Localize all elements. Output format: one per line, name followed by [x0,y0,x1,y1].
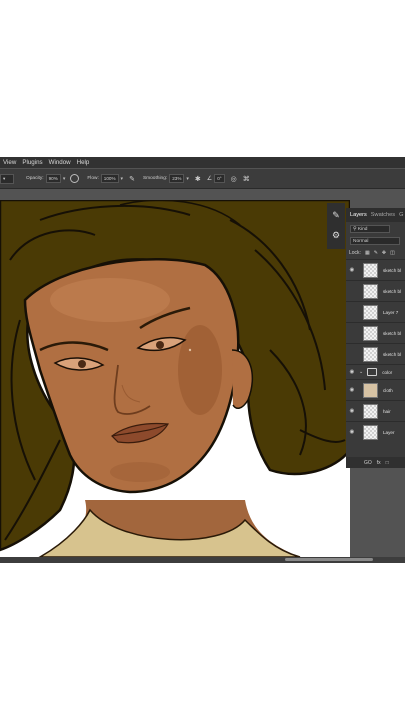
brush-tool-icon[interactable]: ✎ [327,207,345,223]
layer-row[interactable]: sketch bl [346,343,405,364]
floating-tools: ✎ ⚙ [327,203,345,249]
blend-row: Normal [346,235,405,247]
tab-gradients[interactable]: G [399,212,403,218]
filter-kind-dropdown[interactable]: ⚲ Kind [350,224,390,233]
layer-row[interactable]: ◉ cloth [346,379,405,400]
menu-bar: View Plugins Window Help [0,157,405,168]
tab-swatches[interactable]: Swatches [371,212,395,218]
flow-label: Flow: [87,176,99,181]
photoshop-window: View Plugins Window Help ▾ Opacity: 90% … [0,157,405,563]
settings-gear-icon[interactable]: ✱ [195,175,201,183]
canvas-area[interactable] [0,200,350,557]
smoothing-input[interactable]: 23% [169,174,185,183]
layers-footer: GO fx □ [346,457,405,468]
options-bar: ▾ Opacity: 90% ▾ Flow: 100% ▾ ✎ Smoothin… [0,169,405,189]
smoothing-label: Smoothing: [142,176,168,181]
eye-icon[interactable]: ◉ [348,408,356,414]
layer-thumbnail [363,283,378,299]
lock-artboard-icon[interactable]: ◫ [390,250,395,256]
layer-thumbnail [363,403,378,419]
layer-thumbnail [363,325,378,341]
layer-name: cloth [383,387,393,393]
layer-row[interactable]: sketch bl [346,280,405,301]
lock-row: Lock: ▦ ✎ ✥ ◫ [346,247,405,259]
angle-icon: ∠ [206,176,213,182]
filter-kind-value: Kind [357,226,368,232]
eye-icon[interactable]: ◉ [348,267,356,273]
layer-row[interactable]: ◉ sketch bl [346,259,405,280]
eye-icon[interactable]: ◉ [348,429,356,435]
layer-name: sketch bl [383,267,402,273]
layer-row[interactable]: ◉ Layer [346,421,405,442]
layer-thumbnail [363,262,378,278]
menu-plugins[interactable]: Plugins [22,159,42,166]
eye-icon[interactable]: ◉ [348,387,356,393]
group-name: color [382,369,393,375]
angle-input[interactable]: 0° [214,174,225,183]
menu-view[interactable]: View [3,159,16,166]
horizontal-scrollbar[interactable] [0,557,405,563]
layer-name: sketch bl [383,288,402,294]
mask-icon[interactable]: □ [386,460,389,466]
scrollbar-thumb[interactable] [285,558,373,561]
chevron-down-icon[interactable]: ▾ [63,176,66,182]
filter-row: ⚲ Kind [346,222,405,235]
layer-thumbnail [363,304,378,320]
opacity-input[interactable]: 90% [45,174,61,183]
opacity-label: Opacity: [26,176,44,181]
airbrush-icon[interactable]: ✎ [129,175,135,183]
link-layers-icon[interactable]: GO [364,460,372,466]
chevron-down-icon[interactable]: ▾ [121,176,124,182]
panel-tabs: Layers Swatches G [346,208,405,222]
layers-panel: Layers Swatches G ⚲ Kind Normal Lock: ▦ … [346,208,405,468]
symmetry-icon[interactable]: ⌘ [243,175,250,183]
flow-input[interactable]: 100% [100,174,119,183]
lock-paint-icon[interactable]: ✎ [374,250,378,256]
adjust-tool-icon[interactable]: ⚙ [327,227,345,243]
menu-help[interactable]: Help [77,159,90,166]
fx-icon[interactable]: fx [377,460,381,466]
chevron-down-icon[interactable]: ⌄ [359,369,363,375]
layer-name: sketch bl [383,330,402,336]
painting-illustration [0,200,350,557]
layer-name: hair [383,408,391,414]
folder-icon [367,368,378,376]
layer-thumbnail [363,382,378,398]
layer-thumbnail [363,346,378,362]
eye-icon[interactable]: ◉ [348,369,356,375]
lock-move-icon[interactable]: ✥ [382,250,386,256]
layer-name: sketch bl [383,351,402,357]
tab-layers[interactable]: Layers [350,212,367,218]
layer-group-row[interactable]: ◉ ⌄ color [346,364,405,379]
blend-mode-dropdown[interactable]: Normal [350,237,400,245]
lock-label: Lock: [349,250,361,256]
brush-mode-dropdown[interactable]: ▾ [0,173,14,184]
menu-window[interactable]: Window [49,159,71,166]
brush-pressure-icon[interactable] [70,174,80,183]
layer-thumbnail [363,424,378,440]
lock-transparent-icon[interactable]: ▦ [365,250,370,256]
layer-name: Layer [383,429,395,435]
layer-row[interactable]: Layer 7 [346,301,405,322]
layer-name: Layer 7 [383,309,399,315]
layer-row[interactable]: sketch bl [346,322,405,343]
layer-row[interactable]: ◉ hair [346,400,405,421]
pressure-size-icon[interactable]: ◎ [231,175,237,183]
chevron-down-icon[interactable]: ▾ [186,176,189,182]
